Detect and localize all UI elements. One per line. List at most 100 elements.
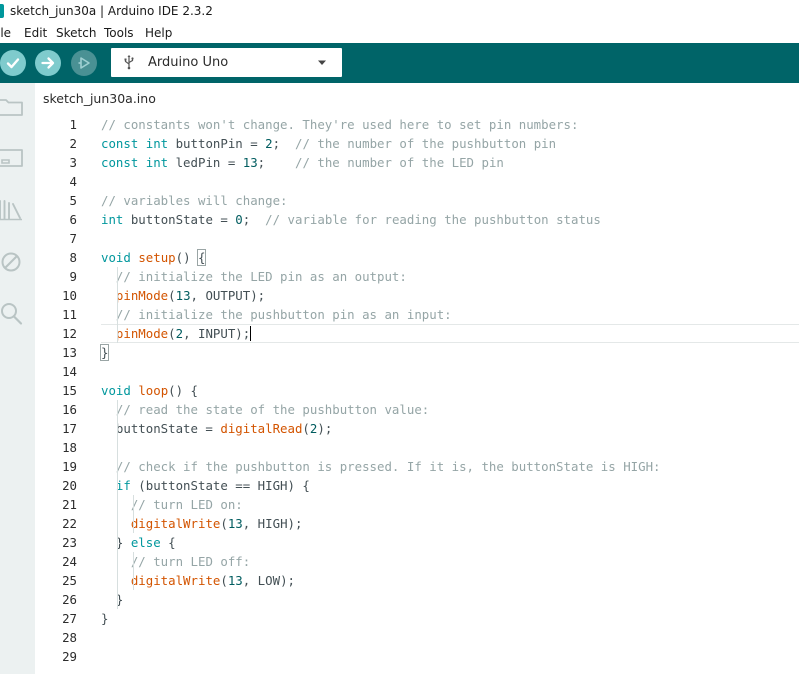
line-number: 15 xyxy=(62,383,77,398)
code-token: ( xyxy=(302,421,310,436)
debug-disabled-icon[interactable] xyxy=(0,249,26,275)
menu-edit[interactable]: Edit xyxy=(24,26,47,40)
code-comment: // variable for reading the pushbutton s… xyxy=(265,212,601,227)
code-area[interactable]: // constants won't change. They're used … xyxy=(99,115,799,674)
code-line[interactable]: if (buttonState == HIGH) { xyxy=(101,476,799,495)
debug-button[interactable] xyxy=(71,50,97,76)
line-number: 18 xyxy=(62,440,77,455)
code-line[interactable] xyxy=(101,438,799,457)
code-line[interactable]: digitalWrite(13, HIGH); xyxy=(101,514,799,533)
code-token: 2 xyxy=(265,136,273,151)
line-number: 7 xyxy=(69,231,77,246)
line-number: 16 xyxy=(62,402,77,417)
line-number: 28 xyxy=(62,630,77,645)
code-token: buttonState = xyxy=(101,421,221,436)
menu-sketch[interactable]: Sketch xyxy=(56,26,96,40)
verify-button[interactable] xyxy=(0,50,26,76)
code-line[interactable]: pinMode(13, OUTPUT); xyxy=(101,286,799,305)
debug-icon xyxy=(78,57,90,69)
code-line[interactable]: const int buttonPin = 2; // the number o… xyxy=(101,134,799,153)
code-line[interactable]: // turn LED on: xyxy=(101,495,799,514)
code-editor[interactable]: 1 2 3 4 5 6 7 8 9 10 11 12 13 14 15 16 17 18 19 20 21 22 23 24 2… xyxy=(35,115,799,674)
code-line[interactable]: } xyxy=(101,590,799,609)
code-line[interactable]: // check if the pushbutton is pressed. I… xyxy=(101,457,799,476)
code-token: digitalWrite xyxy=(130,516,221,531)
line-number-gutter: 1 2 3 4 5 6 7 8 9 10 11 12 13 14 15 16 17 18 19 20 21 22 23 24 2… xyxy=(35,115,101,674)
code-token: ( xyxy=(220,516,228,531)
indent-guide xyxy=(117,400,118,609)
code-line[interactable] xyxy=(101,628,799,647)
code-line[interactable] xyxy=(101,229,799,248)
code-token: , HIGH); xyxy=(242,516,303,531)
search-icon[interactable] xyxy=(0,301,26,327)
library-manager-icon[interactable] xyxy=(0,197,26,223)
code-line[interactable]: void loop() { xyxy=(101,381,799,400)
line-number: 25 xyxy=(62,573,77,588)
code-line[interactable]: int buttonState = 0; // variable for rea… xyxy=(101,210,799,229)
tab-sketch-file[interactable]: sketch_jun30a.ino xyxy=(35,83,160,115)
code-line[interactable]: // constants won't change. They're used … xyxy=(101,115,799,134)
sketchbook-icon[interactable] xyxy=(0,93,26,119)
code-token: 13 xyxy=(175,288,191,303)
code-token: else xyxy=(130,535,161,550)
boards-manager-icon[interactable] xyxy=(0,145,26,171)
code-comment: // read the state of the pushbutton valu… xyxy=(115,402,430,417)
code-line[interactable]: } xyxy=(99,343,799,362)
code-token: (buttonState == HIGH) { xyxy=(130,478,310,493)
code-comment: // initialize the LED pin as an output: xyxy=(115,269,407,284)
window-title: sketch_jun30a | Arduino IDE 2.3.2 xyxy=(10,4,213,18)
code-token: loop xyxy=(138,383,169,398)
code-comment: // variables will change: xyxy=(101,193,288,208)
line-number: 26 xyxy=(62,592,77,607)
code-line[interactable]: void setup() { xyxy=(101,248,799,267)
menu-tools[interactable]: Tools xyxy=(104,26,134,40)
code-token: setup xyxy=(138,250,176,265)
code-token: ledPin = xyxy=(168,155,243,170)
code-token: 13 xyxy=(227,573,243,588)
line-number: 22 xyxy=(62,516,77,531)
code-line[interactable]: } xyxy=(101,609,799,628)
text-cursor xyxy=(250,326,252,341)
code-token: ); xyxy=(317,421,333,436)
code-token: const int xyxy=(101,136,169,151)
code-token: 0 xyxy=(235,212,243,227)
line-number: 4 xyxy=(69,174,77,189)
code-line[interactable]: // initialize the pushbutton pin as an i… xyxy=(101,305,799,324)
indent-guide xyxy=(133,495,134,533)
code-line[interactable]: buttonState = digitalRead(2); xyxy=(101,419,799,438)
title-bar: sketch_jun30a | Arduino IDE 2.3.2 xyxy=(0,0,799,24)
tab-label: sketch_jun30a.ino xyxy=(43,91,156,106)
code-line[interactable]: } else { xyxy=(101,533,799,552)
code-comment: // constants won't change. They're used … xyxy=(101,117,579,132)
code-line[interactable] xyxy=(101,647,799,666)
code-line[interactable]: const int ledPin = 13; // the number of … xyxy=(101,153,799,172)
line-number: 11 xyxy=(62,307,77,322)
line-number: 17 xyxy=(62,421,77,436)
code-line[interactable]: // turn LED off: xyxy=(101,552,799,571)
code-line[interactable]: // read the state of the pushbutton valu… xyxy=(101,400,799,419)
indent-guide xyxy=(133,552,134,590)
code-token: , INPUT); xyxy=(183,326,251,341)
code-token: } xyxy=(99,344,110,361)
menu-help[interactable]: Help xyxy=(145,26,172,40)
code-token: 2 xyxy=(175,326,184,341)
code-line[interactable]: // variables will change: xyxy=(101,191,799,210)
code-token: 13 xyxy=(227,516,243,531)
line-number: 2 xyxy=(69,136,77,151)
code-token: buttonPin = xyxy=(168,136,266,151)
code-line[interactable] xyxy=(101,362,799,381)
code-line[interactable]: // initialize the LED pin as an output: xyxy=(101,267,799,286)
code-token: if xyxy=(115,478,131,493)
code-line[interactable]: pinMode(2, INPUT); xyxy=(101,324,799,343)
board-selector[interactable]: Arduino Uno xyxy=(111,48,342,77)
code-line[interactable] xyxy=(101,172,799,191)
menu-file[interactable]: ile xyxy=(0,26,11,40)
line-number: 20 xyxy=(62,478,77,493)
code-line[interactable]: digitalWrite(13, LOW); xyxy=(101,571,799,590)
code-token: buttonState = xyxy=(123,212,236,227)
upload-button[interactable] xyxy=(35,50,61,76)
code-comment: // turn LED off: xyxy=(130,554,251,569)
